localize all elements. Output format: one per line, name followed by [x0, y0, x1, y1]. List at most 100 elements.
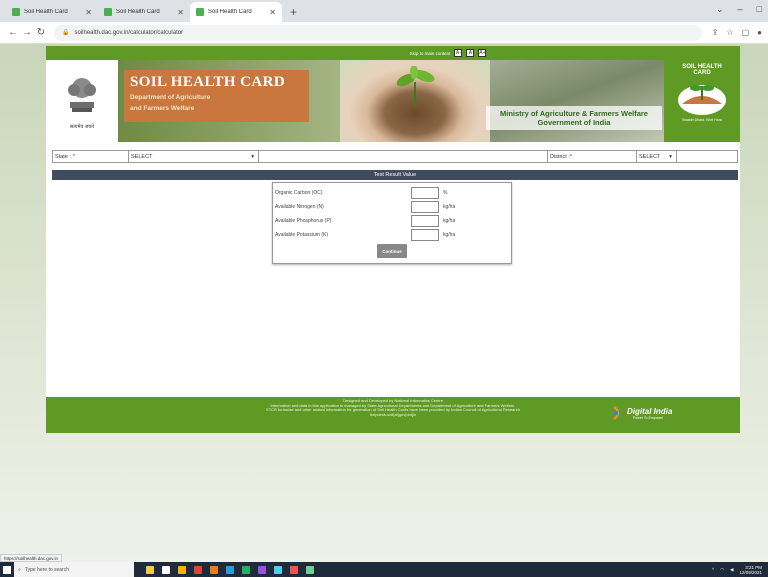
state-select-value: SELECT	[131, 153, 153, 160]
test-result-header: Test Result Value	[52, 170, 738, 180]
start-button[interactable]	[0, 562, 14, 577]
tab-title: Soil Health Card	[24, 9, 68, 15]
district-label: District : *	[547, 151, 637, 162]
logo-tagline: Swasth Dhara. Khet Hara	[682, 118, 722, 122]
phosphorus-input[interactable]	[411, 215, 439, 227]
nitrogen-row: Available Nitrogen (N) kg/ha	[275, 201, 505, 213]
clock[interactable]: 3:21 PM 12/09/2021	[739, 565, 762, 575]
volume-icon[interactable]: ◀	[730, 567, 733, 573]
app-icon[interactable]	[258, 565, 266, 574]
windows-icon	[3, 565, 11, 574]
district-select[interactable]: SELECT ▾	[637, 151, 677, 162]
state-select[interactable]: SELECT ▾	[129, 151, 259, 162]
digital-india-icon	[613, 406, 620, 420]
chrome-icon[interactable]	[194, 565, 202, 574]
favicon-icon	[196, 8, 204, 16]
back-icon[interactable]: ←	[6, 27, 20, 38]
chevron-down-icon: ▾	[669, 153, 672, 160]
app-icon[interactable]	[210, 565, 218, 574]
organic-carbon-input[interactable]	[411, 187, 439, 199]
share-icon[interactable]: ⇪	[712, 28, 719, 37]
forward-icon[interactable]: →	[20, 27, 34, 38]
windows-taskbar: ⌕ Type here to search ^ ◠ ◀ 3:21 PM 12/0…	[0, 562, 768, 577]
footer: Designed and Developed by National Infor…	[46, 397, 740, 433]
national-emblem-icon	[68, 78, 96, 112]
chevron-down-icon: ▾	[251, 153, 254, 160]
field-label: Available Potassium (K)	[275, 232, 328, 238]
chevron-down-icon[interactable]: ⌄	[716, 4, 724, 15]
star-icon[interactable]: ☆	[726, 28, 733, 37]
field-label: Available Phosphorus (P)	[275, 218, 332, 224]
close-icon[interactable]: ✕	[177, 8, 184, 17]
unit-label: kg/ha	[443, 232, 456, 238]
maximize-icon[interactable]: □	[757, 4, 762, 15]
organic-carbon-row: Organic Carbon (OC) %	[275, 187, 505, 199]
app-icon[interactable]	[242, 565, 250, 574]
potassium-row: Available Potassium (K) kg/ha	[275, 229, 505, 241]
taskbar-search-placeholder: Type here to search	[24, 566, 70, 573]
filter-spacer	[259, 151, 547, 162]
app-icon[interactable]	[290, 565, 298, 574]
ministry-box: Ministry of Agriculture & Farmers Welfar…	[486, 106, 662, 130]
new-tab-icon[interactable]: +	[282, 2, 305, 22]
unit-label: kg/ha	[443, 204, 456, 210]
hands-soil-image	[340, 60, 490, 142]
unit-label: kg/ha	[443, 218, 456, 224]
browser-tab-active[interactable]: Soil Health Card ✕	[190, 2, 282, 22]
digital-india-text: Digital India	[627, 406, 673, 416]
minimize-icon[interactable]: –	[738, 4, 743, 15]
font-increase-button[interactable]: A+	[478, 49, 487, 57]
browser-toolbar: ⇪ ☆ ▢ ●	[712, 28, 762, 37]
skip-link[interactable]: Skip to main content	[410, 51, 451, 56]
digital-india-logo[interactable]: Digital India Power To Empower	[610, 405, 672, 421]
title-box: SOIL HEALTH CARD Department of Agricultu…	[124, 70, 309, 122]
taskbar-search[interactable]: ⌕ Type here to search	[14, 562, 134, 577]
status-url: https://soilhealth.dac.gov.in	[0, 554, 62, 562]
system-tray: ^ ◠ ◀ 3:21 PM 12/09/2021	[712, 565, 768, 575]
wifi-icon[interactable]: ◠	[720, 567, 724, 573]
page-container: Skip to main content A- A A+ सत्यमेव जयत…	[46, 46, 740, 433]
department-line-1: Department of Agriculture	[130, 94, 211, 101]
department-line-2: and Farmers Welfare	[130, 105, 195, 112]
reload-icon[interactable]: ↻	[34, 27, 48, 38]
filter-tail	[677, 151, 737, 162]
window-controls: ⌄ – □	[716, 4, 762, 15]
emblem: सत्यमेव जयते	[46, 60, 118, 142]
font-decrease-button[interactable]: A-	[454, 49, 463, 57]
app-icon[interactable]	[306, 565, 314, 574]
nitrogen-input[interactable]	[411, 201, 439, 213]
required-marker: *	[569, 153, 573, 160]
state-label: State : *	[53, 151, 129, 162]
browser-tab[interactable]: Soil Health Card ✕	[98, 2, 190, 22]
close-icon[interactable]: ✕	[85, 8, 92, 17]
edge-icon[interactable]	[274, 565, 282, 574]
lock-icon: 🔒	[62, 30, 70, 36]
sprout-icon	[396, 66, 435, 106]
phosphorus-row: Available Phosphorus (P) kg/ha	[275, 215, 505, 227]
chevron-up-icon[interactable]: ^	[712, 567, 714, 572]
url-text: soilhealth.dac.gov.in/calculator/calcula…	[74, 29, 184, 36]
browser-tab[interactable]: Soil Health Card ✕	[6, 2, 98, 22]
page-viewport: Skip to main content A- A A+ सत्यमेव जयत…	[0, 44, 768, 562]
weather-icon[interactable]	[146, 565, 154, 574]
unit-label: %	[443, 190, 448, 196]
favicon-icon	[104, 8, 112, 16]
favicon-icon	[12, 8, 20, 16]
field-label: Available Nitrogen (N)	[275, 204, 324, 210]
page-title: SOIL HEALTH CARD	[130, 74, 286, 90]
url-input[interactable]: 🔒 soilhealth.dac.gov.in/calculator/calcu…	[54, 24, 702, 41]
header-banner: सत्यमेव जयते SOIL HEALTH CARD Department…	[46, 60, 740, 142]
font-normal-button[interactable]: A	[466, 49, 475, 57]
app-icon[interactable]	[226, 565, 234, 574]
profile-icon[interactable]: ●	[757, 28, 762, 37]
field-label: Organic Carbon (OC)	[275, 190, 323, 196]
continue-button[interactable]: Continue	[377, 244, 407, 258]
shc-logo: SOIL HEALTH CARD Swasth Dhara. Khet Hara	[664, 60, 740, 142]
government-name: Government of India	[537, 118, 611, 127]
file-explorer-icon[interactable]	[178, 565, 186, 574]
potassium-input[interactable]	[411, 229, 439, 241]
tab-title: Soil Health Card	[116, 9, 160, 15]
close-icon[interactable]: ✕	[269, 8, 276, 17]
extensions-icon[interactable]: ▢	[742, 28, 750, 37]
task-view-icon[interactable]	[162, 565, 170, 574]
